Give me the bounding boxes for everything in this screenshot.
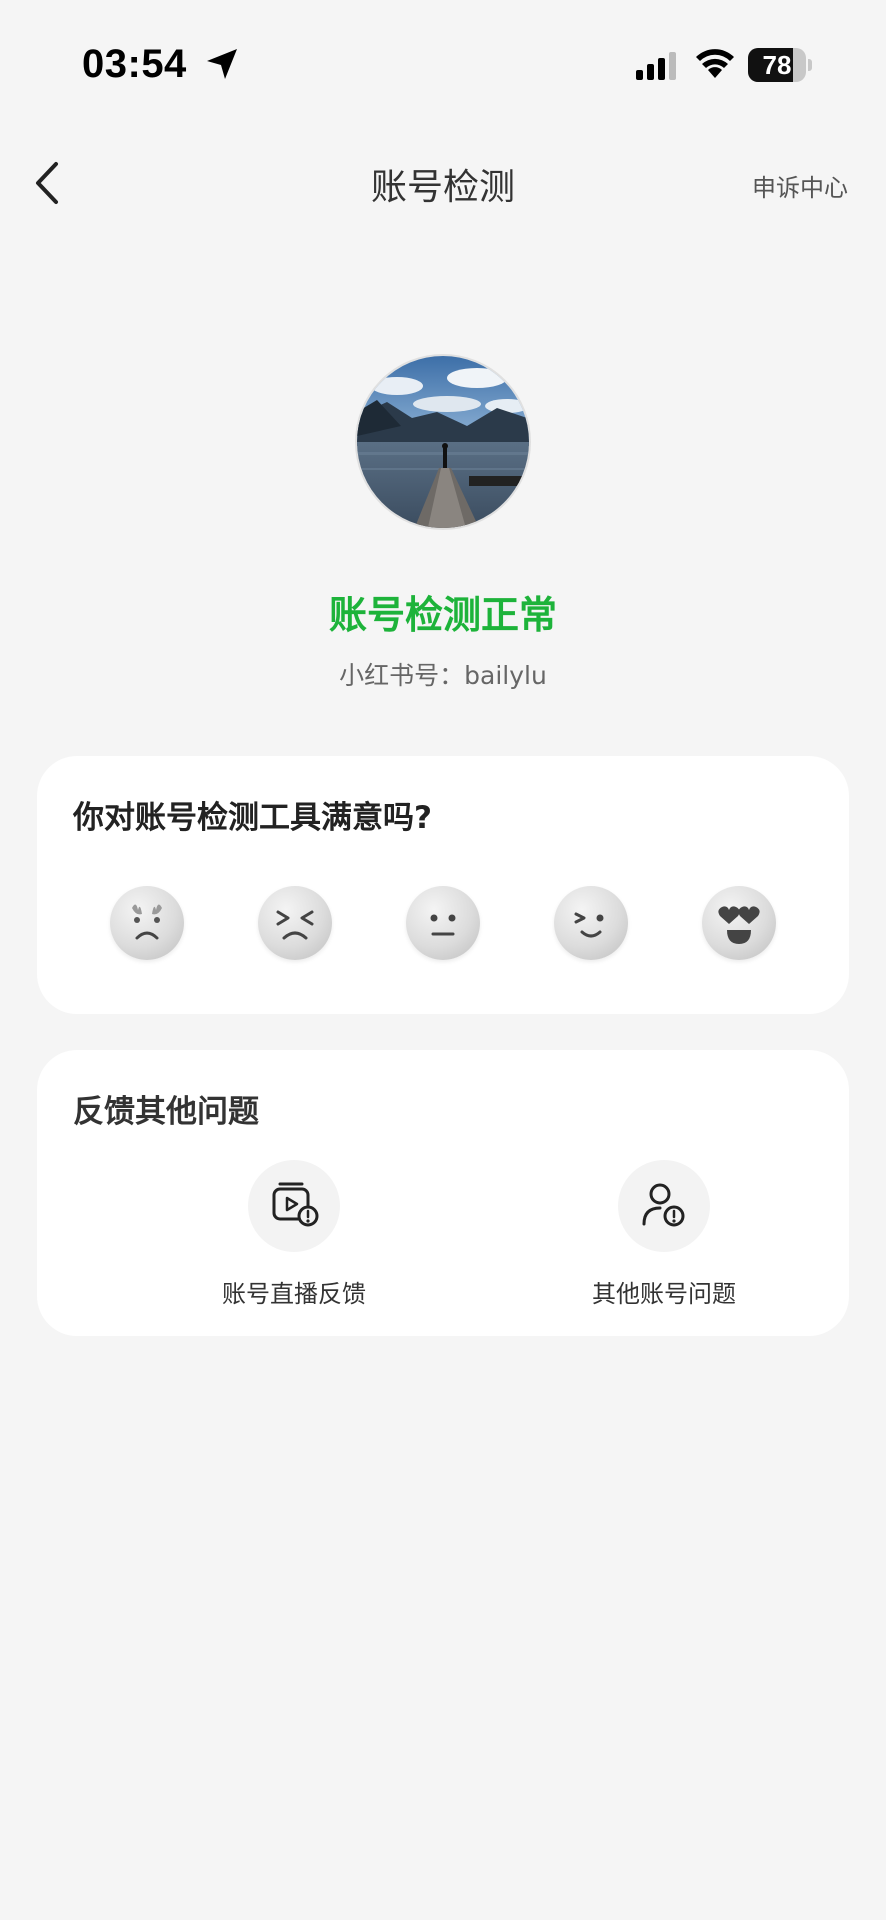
feedback-title: 反馈其他问题: [73, 1094, 259, 1130]
appeal-center-link[interactable]: 申诉中心: [752, 168, 848, 203]
satisfaction-card: 你对账号检测工具满意吗?: [37, 756, 849, 1014]
frustrated-face-icon[interactable]: [258, 886, 332, 960]
live-feedback-label: 账号直播反馈: [222, 1280, 366, 1308]
battery-indicator: 78: [748, 48, 812, 82]
avatar: [355, 354, 531, 530]
cellular-signal-icon: [636, 52, 676, 80]
satisfaction-question: 你对账号检测工具满意吗?: [73, 800, 432, 836]
other-account-issue-button[interactable]: 其他账号问题: [554, 1160, 774, 1310]
live-video-alert-icon: [272, 1182, 319, 1227]
feedback-card: 反馈其他问题 账号直播反馈 其他账号问题: [37, 1050, 849, 1336]
neutral-face-icon[interactable]: [406, 886, 480, 960]
heart-eyes-face-icon[interactable]: [702, 886, 776, 960]
detection-status: 账号检测正常: [328, 593, 557, 637]
location-arrow-icon: [207, 49, 237, 79]
other-account-issue-label: 其他账号问题: [592, 1280, 736, 1308]
live-feedback-button[interactable]: 账号直播反馈: [184, 1160, 404, 1310]
angry-face-icon[interactable]: [110, 886, 184, 960]
navigation-bar: 账号检测 申诉中心: [0, 140, 886, 224]
status-bar: 03:54 78: [0, 0, 886, 120]
user-alert-icon: [642, 1183, 685, 1227]
account-id: 小红书号：bailylu: [339, 661, 547, 690]
battery-level: 78: [762, 50, 792, 80]
smiling-face-icon[interactable]: [554, 886, 628, 960]
wifi-icon: [696, 49, 734, 78]
status-time: 03:54: [82, 42, 187, 86]
